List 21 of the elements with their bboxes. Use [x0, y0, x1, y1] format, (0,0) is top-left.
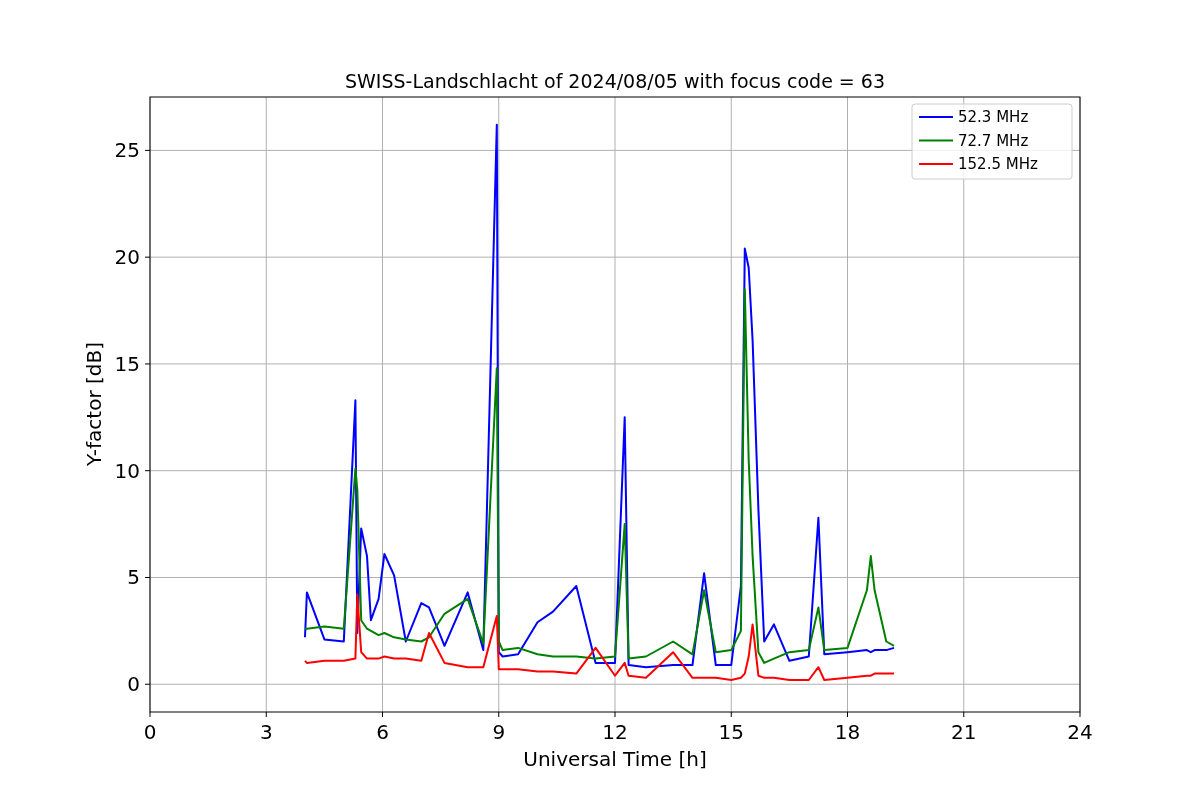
x-tick-label: 12	[602, 720, 628, 744]
legend-label: 152.5 MHz	[958, 155, 1038, 173]
y-tick-label: 10	[114, 458, 140, 483]
x-tick-label: 21	[951, 720, 977, 744]
x-tick-label: 0	[143, 720, 157, 744]
x-axis-label: Universal Time [h]	[523, 747, 707, 771]
legend-label: 72.7 MHz	[958, 131, 1029, 150]
x-tick-label: 3	[259, 720, 273, 744]
x-tick-label: 18	[834, 720, 861, 744]
x-tick-label: 24	[1067, 720, 1093, 744]
chart-title: SWISS-Landschlacht of 2024/08/05 with focus code = 63	[345, 70, 885, 92]
y-axis-label: Y-factor [dB]	[82, 342, 106, 466]
y-tick-label: 5	[127, 565, 140, 590]
y-tick-label: 15	[114, 351, 140, 376]
y-tick-label: 25	[114, 138, 140, 163]
x-tick-label: 6	[376, 720, 389, 744]
x-tick-label: 9	[492, 720, 506, 744]
y-tick-label: 0	[127, 672, 140, 697]
x-tick-label: 15	[718, 720, 744, 744]
legend-label: 52.3 MHz	[958, 108, 1029, 126]
y-tick-label: 20	[114, 245, 140, 270]
